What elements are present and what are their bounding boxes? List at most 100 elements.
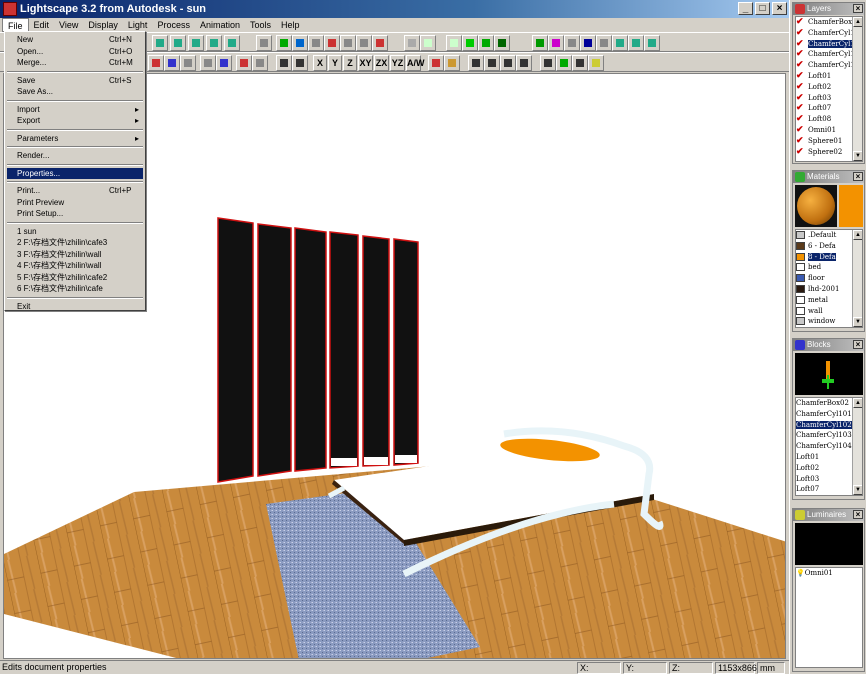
file-menu-item[interactable]: 2 F:\存档文件\zhilin\cafe3 xyxy=(7,237,143,248)
file-menu-item[interactable]: 4 F:\存档文件\zhilin\wall xyxy=(7,260,143,271)
axis-x-button[interactable]: X xyxy=(313,55,327,71)
list-item[interactable]: .Default xyxy=(796,230,852,241)
list-item[interactable]: ✔ Loft07 xyxy=(796,103,852,114)
toolbar-button[interactable] xyxy=(500,55,516,71)
scroll-up-icon[interactable]: ▲ xyxy=(853,17,862,27)
toolbar-button[interactable] xyxy=(324,35,340,51)
file-menu-item[interactable]: Export ▸ xyxy=(7,115,143,126)
file-menu-item[interactable]: Parameters ▸ xyxy=(7,133,143,144)
file-menu-item[interactable]: Print Setup... xyxy=(7,208,143,219)
file-menu-item[interactable]: Exit xyxy=(7,301,143,312)
list-item[interactable]: metal xyxy=(796,295,852,306)
file-menu-item[interactable]: Merge... Ctrl+M xyxy=(7,57,143,68)
check-icon[interactable]: ✔ xyxy=(796,28,808,39)
scroll-down-icon[interactable]: ▼ xyxy=(853,317,862,327)
check-icon[interactable]: ✔ xyxy=(796,93,808,104)
list-item[interactable]: lhd-2001 xyxy=(796,284,852,295)
toolbar-button[interactable] xyxy=(420,35,436,51)
list-item[interactable]: ChamferBox02 xyxy=(796,398,852,409)
check-icon[interactable]: ✔ xyxy=(796,114,808,125)
toolbar-button[interactable] xyxy=(462,35,478,51)
list-item[interactable]: ✔ChamferCyl10 xyxy=(796,39,852,50)
toolbar-button[interactable] xyxy=(216,55,232,71)
file-menu-item[interactable]: 6 F:\存档文件\zhilin\cafe xyxy=(7,283,143,294)
axis-y-button[interactable]: Y xyxy=(328,55,342,71)
list-item[interactable]: wall xyxy=(796,306,852,317)
vertical-scrollbar[interactable]: ▲ ▼ xyxy=(852,230,862,327)
toolbar-button[interactable] xyxy=(200,55,216,71)
scroll-up-icon[interactable]: ▲ xyxy=(853,230,862,240)
menu-tools[interactable]: Tools xyxy=(245,18,276,32)
luminaires-list[interactable]: 💡Omni01 xyxy=(795,567,863,668)
toolbar-button[interactable] xyxy=(152,35,168,51)
toolbar-button[interactable] xyxy=(308,35,324,51)
toolbar-button[interactable] xyxy=(206,35,222,51)
list-item[interactable]: 💡Omni01 xyxy=(796,568,862,579)
toolbar-button[interactable] xyxy=(540,55,556,71)
toolbar-button[interactable] xyxy=(588,55,604,71)
toolbar-button[interactable] xyxy=(444,55,460,71)
list-item[interactable]: 6 - Defa xyxy=(796,241,852,252)
list-item[interactable]: ✔ChamferCyl10 xyxy=(796,60,852,71)
toolbar-button[interactable] xyxy=(236,55,252,71)
toolbar-button[interactable] xyxy=(446,35,462,51)
menu-file[interactable]: File xyxy=(2,18,29,32)
check-icon[interactable]: ✔ xyxy=(796,39,808,50)
menu-process[interactable]: Process xyxy=(152,18,195,32)
toolbar-button[interactable] xyxy=(612,35,628,51)
list-item[interactable]: ✔ Loft03 xyxy=(796,93,852,104)
scroll-down-icon[interactable]: ▼ xyxy=(853,485,862,495)
toolbar-button[interactable] xyxy=(532,35,548,51)
list-item[interactable]: 8 - Defa xyxy=(796,252,852,263)
menu-display[interactable]: Display xyxy=(83,18,123,32)
blocks-list[interactable]: ChamferBox02 ChamferCyl101 ChamferCyl102 Ch… xyxy=(795,397,863,496)
check-icon[interactable]: ✔ xyxy=(796,60,808,71)
toolbar-button[interactable] xyxy=(428,55,444,71)
menu-view[interactable]: View xyxy=(54,18,83,32)
list-item[interactable]: ChamferCyl102 xyxy=(796,420,852,431)
check-icon[interactable]: ✔ xyxy=(796,82,808,93)
scroll-up-icon[interactable]: ▲ xyxy=(853,398,862,408)
toolbar-button[interactable] xyxy=(628,35,644,51)
list-item[interactable]: ✔ Loft02 xyxy=(796,82,852,93)
menu-animation[interactable]: Animation xyxy=(195,18,245,32)
list-item[interactable]: ChamferCyl104 xyxy=(796,441,852,452)
maximize-button[interactable]: □ xyxy=(755,2,770,15)
list-item[interactable]: ✔ Omni01 xyxy=(796,125,852,136)
file-menu-item[interactable]: 5 F:\存档文件\zhilin\cafe2 xyxy=(7,272,143,283)
toolbar-button[interactable] xyxy=(224,35,240,51)
layers-list[interactable]: ✔ChamferBox0✔ChamferCyl10✔ChamferCyl10✔C… xyxy=(795,16,863,162)
toolbar-button[interactable] xyxy=(404,35,420,51)
file-menu-item[interactable]: New Ctrl+N xyxy=(7,34,143,45)
toolbar-button[interactable] xyxy=(580,35,596,51)
list-item[interactable]: floor xyxy=(796,273,852,284)
list-item[interactable]: Loft03 xyxy=(796,474,852,485)
list-item[interactable]: Loft01 xyxy=(796,452,852,463)
axis-yz-button[interactable]: YZ xyxy=(390,55,405,71)
toolbar-button[interactable] xyxy=(292,35,308,51)
file-menu-item[interactable]: Save Ctrl+S xyxy=(7,75,143,86)
toolbar-button[interactable] xyxy=(372,35,388,51)
file-menu-item[interactable]: Save As... xyxy=(7,86,143,97)
toolbar-button[interactable] xyxy=(164,55,180,71)
toolbar-button[interactable] xyxy=(478,35,494,51)
list-item[interactable]: bed xyxy=(796,262,852,273)
layers-close-button[interactable]: × xyxy=(853,4,863,13)
list-item[interactable]: ✔ ChamferBox0 xyxy=(796,17,852,28)
file-menu-item[interactable]: Render... xyxy=(7,150,143,161)
material-color-swatch[interactable] xyxy=(839,185,863,227)
check-icon[interactable]: ✔ xyxy=(796,17,808,28)
file-menu-item[interactable]: Print Preview xyxy=(7,197,143,208)
toolbar-button[interactable] xyxy=(572,55,588,71)
axis-z-button[interactable]: Z xyxy=(343,55,357,71)
file-menu-item[interactable]: Properties... xyxy=(7,167,143,179)
axis-zx-button[interactable]: ZX xyxy=(374,55,389,71)
toolbar-button[interactable] xyxy=(468,55,484,71)
list-item[interactable]: ✔ChamferCyl10 xyxy=(796,49,852,60)
list-item[interactable]: Loft02 xyxy=(796,463,852,474)
materials-close-button[interactable]: × xyxy=(853,172,863,181)
axis-aw-button[interactable]: A/W xyxy=(406,55,425,71)
blocks-close-button[interactable]: × xyxy=(853,340,863,349)
luminaires-close-button[interactable]: × xyxy=(853,510,863,519)
toolbar-button[interactable] xyxy=(188,35,204,51)
